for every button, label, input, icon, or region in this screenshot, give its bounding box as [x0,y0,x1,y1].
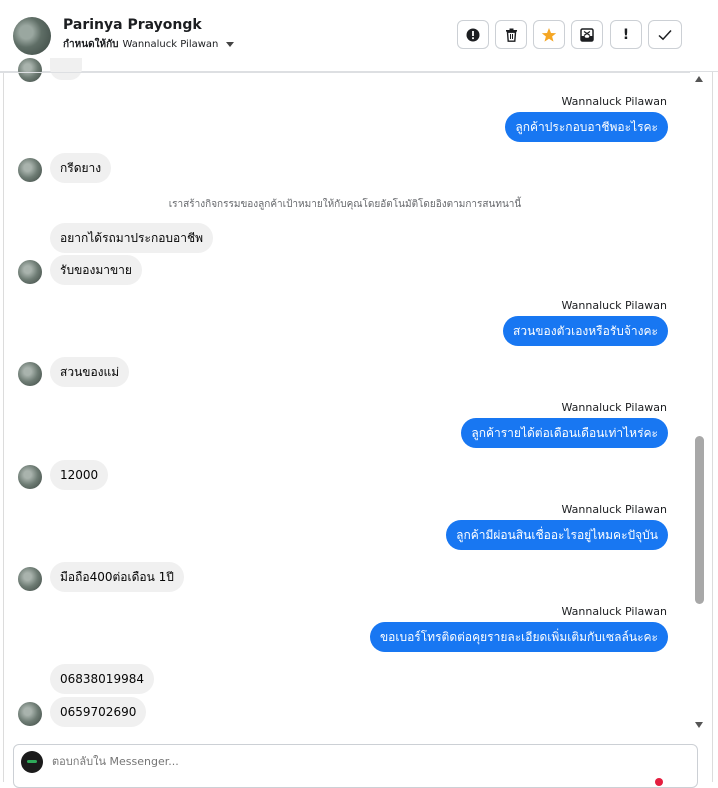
message-bubble-incoming[interactable]: รับของมาขาย [50,255,142,285]
header-divider [0,72,690,73]
assign-label: กำหนดให้กับ [63,39,119,50]
trash-icon [505,28,517,42]
assignee-name: Wannaluck Pilawan [122,39,219,50]
star-button[interactable] [533,20,565,49]
contact-avatar-small [18,362,42,386]
reply-composer [13,744,698,788]
message-bubble-incoming[interactable]: 0659702690 [50,697,147,727]
contact-name[interactable]: Parinya Prayongk [63,17,202,33]
scroll-up-arrow-icon[interactable] [695,76,703,82]
message-sender: Wannaluck Pilawan [561,605,668,618]
message-bubble-incoming-cutoff [50,58,82,80]
star-icon [541,27,557,42]
delete-button[interactable] [495,20,527,49]
message-bubble-incoming[interactable]: อยากได้รถมาประกอบอาชีพ [50,223,214,253]
mark-important-button[interactable]: ! [610,20,642,49]
page-avatar [21,751,43,773]
chevron-down-icon [226,42,235,47]
check-icon [658,29,672,40]
contact-avatar-small [18,465,42,489]
message-bubble-incoming[interactable]: 06838019984 [50,664,154,694]
alert-circle-icon [466,28,480,41]
contact-avatar-small [18,567,42,591]
message-bubble-incoming[interactable]: กรีดยาง [50,153,112,183]
scrollbar-thumb[interactable] [695,436,704,604]
contact-avatar-small [18,260,42,284]
exclamation-icon: ! [622,26,630,43]
scroll-down-arrow-icon[interactable] [695,722,703,728]
message-bubble-outgoing[interactable]: ลูกค้ามีผ่อนสินเชื่ออะไรอยู่ไหมคะปัจุบัน [446,520,668,550]
contact-avatar-small [18,702,42,726]
conversation-header: Parinya Prayongk กำหนดให้กับ Wannaluck P… [0,0,718,72]
message-bubble-incoming[interactable]: 12000 [50,460,109,490]
message-bubble-outgoing[interactable]: ขอเบอร์โทรติดต่อคุยรายละเอียดเพิ่มเติมกั… [369,622,668,652]
mark-done-button[interactable] [648,20,682,49]
message-bubble-outgoing[interactable]: ลูกค้าประกอบอาชีพอะไรคะ [505,112,668,142]
mark-spam-button[interactable] [457,20,489,49]
message-sender: Wannaluck Pilawan [561,401,668,414]
system-notice: เราสร้างกิจกรรมของลูกค้าเป้าหมายให้กับคุ… [168,199,522,210]
message-sender: Wannaluck Pilawan [561,299,668,312]
message-bubble-outgoing[interactable]: สวนของตัวเองหรือรับจ้างคะ [503,316,668,346]
contact-avatar-small [18,58,42,82]
reply-input[interactable] [52,755,652,768]
message-sender: Wannaluck Pilawan [561,95,668,108]
move-to-inbox-button[interactable] [571,20,603,49]
message-bubble-incoming[interactable]: มือถือ400ต่อเดือน 1ปี [50,562,184,592]
contact-avatar-small [18,158,42,182]
message-sender: Wannaluck Pilawan [561,503,668,516]
assignee-dropdown[interactable]: กำหนดให้กับ Wannaluck Pilawan [63,37,235,52]
contact-avatar[interactable] [13,17,51,55]
message-bubble-outgoing[interactable]: ลูกค้ารายได้ต่อเดือนเดือนเท่าไหร่คะ [461,418,668,448]
inbox-icon [580,27,594,42]
message-bubble-incoming[interactable]: สวนของแม่ [50,357,130,387]
notification-dot [655,778,663,786]
